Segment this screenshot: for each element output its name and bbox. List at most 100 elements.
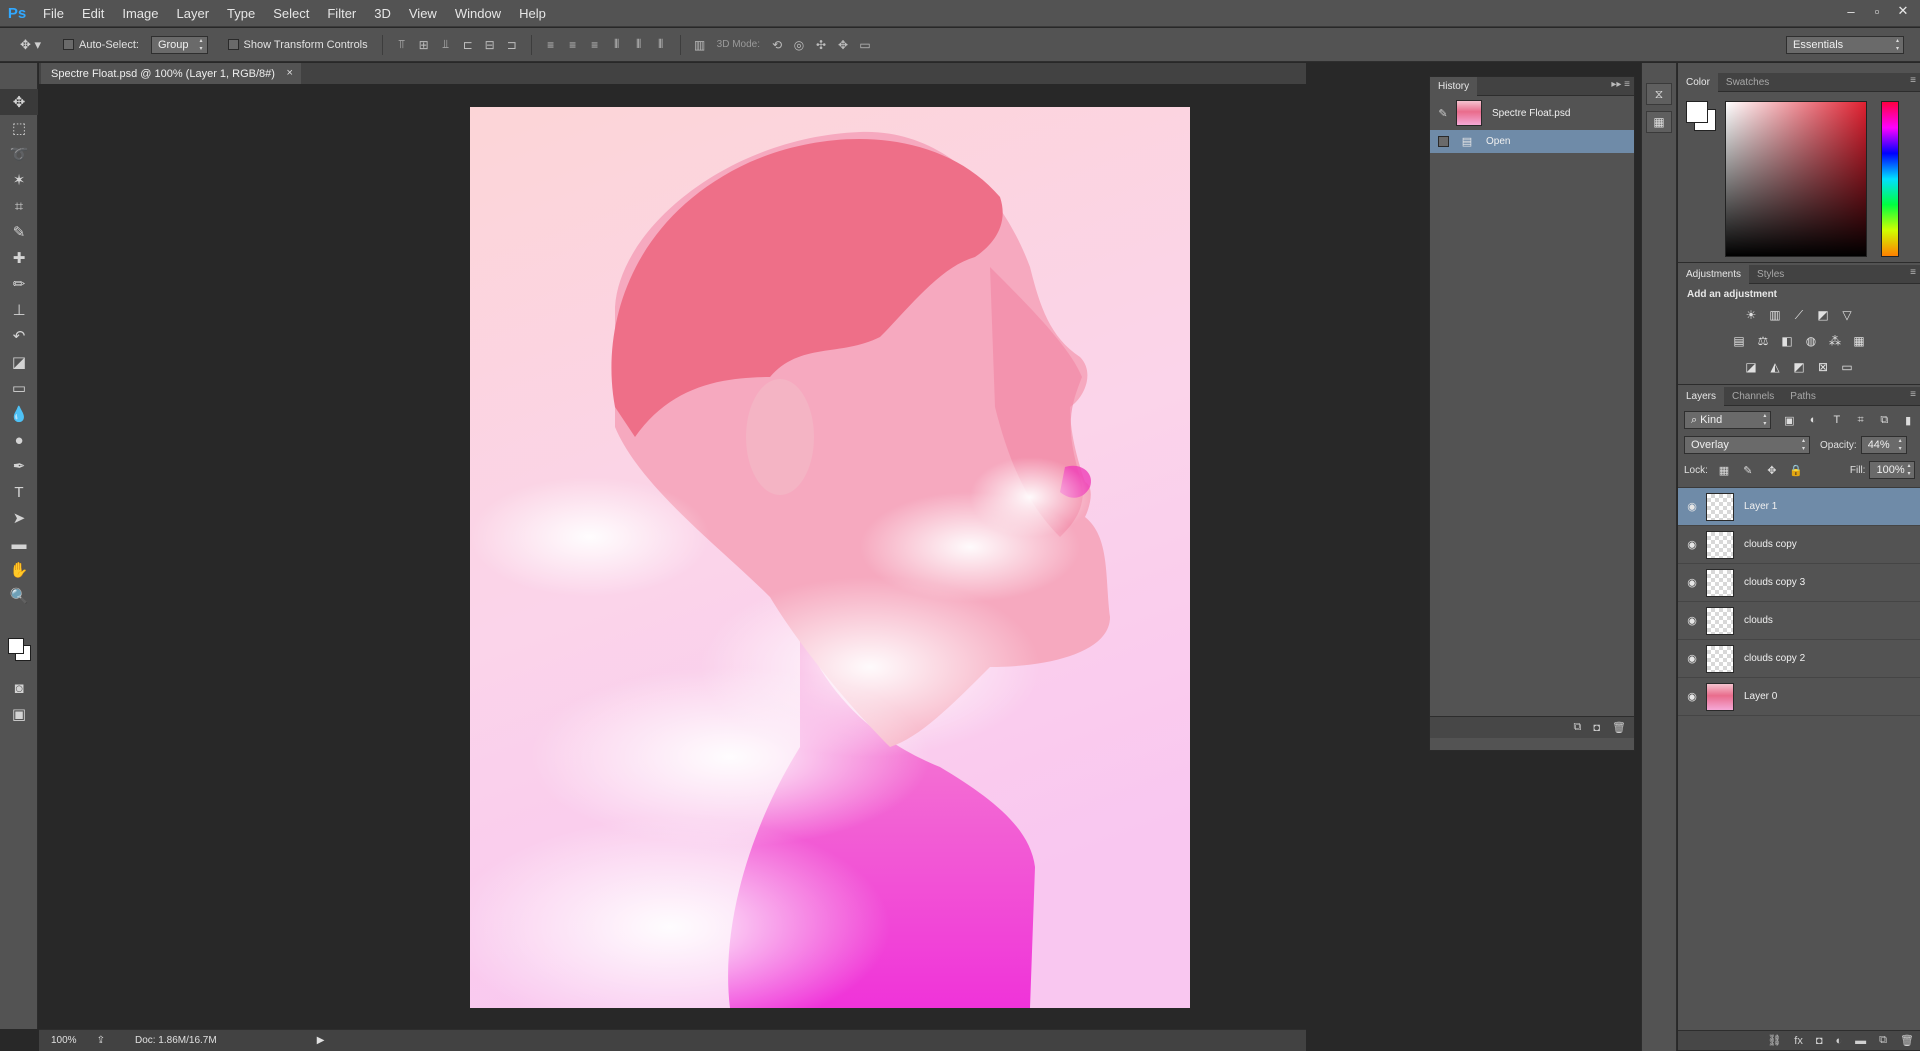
align-top-icon[interactable]: ⫪ <box>391 35 413 55</box>
export-icon[interactable]: ⇪ <box>97 1035 105 1046</box>
panel-menu-icon[interactable]: ≡ <box>1910 389 1916 400</box>
align-vcenter-icon[interactable]: ⊞ <box>413 35 435 55</box>
color-field[interactable] <box>1725 101 1867 257</box>
menu-image[interactable]: Image <box>113 0 167 27</box>
dodge-tool-icon[interactable]: ● <box>0 427 38 453</box>
vibrance-icon[interactable]: ▽ <box>1835 304 1859 326</box>
filter-smart-object-icon[interactable]: ⧉ <box>1872 414 1896 427</box>
tab-channels[interactable]: Channels <box>1724 387 1782 406</box>
3d-rotate-icon[interactable]: ⟲ <box>766 35 788 55</box>
filter-adjustment-icon[interactable]: ◐ <box>1801 414 1825 426</box>
brightness-contrast-icon[interactable]: ☀ <box>1739 304 1763 326</box>
panel-menu-icon[interactable]: ≡ <box>1910 75 1916 86</box>
workspace-dropdown[interactable]: Essentials <box>1786 35 1904 54</box>
history-dock-icon[interactable]: ⧖ <box>1646 83 1672 105</box>
auto-select-checkbox[interactable]: Auto-Select: <box>63 39 139 51</box>
fill-field[interactable]: 100% <box>1869 461 1916 479</box>
new-document-from-state-icon[interactable]: ⧉ <box>1574 721 1582 734</box>
close-button[interactable]: ✕ <box>1890 0 1916 22</box>
menu-3d[interactable]: 3D <box>365 0 400 27</box>
layer-row[interactable]: ◉ clouds <box>1678 602 1920 640</box>
tab-layers[interactable]: Layers <box>1678 386 1725 406</box>
color-balance-icon[interactable]: ⚖ <box>1751 330 1775 352</box>
menu-edit[interactable]: Edit <box>73 0 113 27</box>
document-tab[interactable]: Spectre Float.psd @ 100% (Layer 1, RGB/8… <box>41 63 301 84</box>
menu-select[interactable]: Select <box>264 0 318 27</box>
opacity-field[interactable]: 44% <box>1860 436 1907 454</box>
new-layer-icon[interactable]: ⧉ <box>1879 1034 1887 1047</box>
new-adjustment-layer-icon[interactable]: ◐ <box>1836 1035 1843 1047</box>
tab-history[interactable]: History <box>1430 76 1478 96</box>
lock-transparency-icon[interactable]: ▦ <box>1712 464 1736 477</box>
filter-shape-icon[interactable]: ⌗ <box>1849 414 1873 427</box>
hue-saturation-icon[interactable]: ▤ <box>1727 330 1751 352</box>
color-lookup-icon[interactable]: ▦ <box>1847 330 1871 352</box>
screen-mode-icon[interactable]: ▣ <box>0 701 38 727</box>
align-hcenter-icon[interactable]: ⊟ <box>479 35 501 55</box>
delete-layer-icon[interactable]: 🗑 <box>1900 1034 1914 1047</box>
canvas-area[interactable] <box>39 84 1306 1028</box>
auto-select-dropdown[interactable]: Group <box>150 35 208 54</box>
3d-slide-icon[interactable]: ✥ <box>832 35 854 55</box>
lock-position-icon[interactable]: ✥ <box>1760 464 1784 477</box>
visibility-eye-icon[interactable]: ◉ <box>1678 500 1706 513</box>
exposure-icon[interactable]: ◩ <box>1811 304 1835 326</box>
menu-help[interactable]: Help <box>510 0 555 27</box>
foreground-color-swatch[interactable] <box>8 638 24 654</box>
zoom-tool-icon[interactable]: 🔍 <box>0 583 38 609</box>
history-brush-tool-icon[interactable]: ↶ <box>0 323 38 349</box>
filter-pixel-icon[interactable]: ▣ <box>1777 414 1801 427</box>
levels-icon[interactable]: ▥ <box>1763 304 1787 326</box>
gradient-map-icon[interactable]: ▭ <box>1835 356 1859 378</box>
visibility-eye-icon[interactable]: ◉ <box>1678 538 1706 551</box>
layer-row[interactable]: ◉ clouds copy 2 <box>1678 640 1920 678</box>
hand-tool-icon[interactable]: ✋ <box>0 557 38 583</box>
distribute-right-icon[interactable]: ⦀ <box>650 35 672 55</box>
menu-view[interactable]: View <box>400 0 446 27</box>
minimize-button[interactable]: – <box>1838 0 1864 22</box>
lock-pixels-icon[interactable]: ✎ <box>1736 464 1760 477</box>
3d-roll-icon[interactable]: ◎ <box>788 35 810 55</box>
new-group-icon[interactable]: ▬ <box>1855 1035 1866 1047</box>
channel-mixer-icon[interactable]: ⁂ <box>1823 330 1847 352</box>
distribute-hcenter-icon[interactable]: ⦀ <box>628 35 650 55</box>
auto-align-icon[interactable]: ▥ <box>689 35 711 55</box>
layer-filter-kind-dropdown[interactable]: ⌕ Kind <box>1684 411 1772 429</box>
magic-wand-tool-icon[interactable]: ✶ <box>0 167 38 193</box>
filter-toggle-icon[interactable]: ▮ <box>1896 414 1920 427</box>
visibility-eye-icon[interactable]: ◉ <box>1678 614 1706 627</box>
crop-tool-icon[interactable]: ⌗ <box>0 193 38 219</box>
properties-dock-icon[interactable]: ▦ <box>1646 111 1672 133</box>
visibility-eye-icon[interactable]: ◉ <box>1678 652 1706 665</box>
link-layers-icon[interactable]: ⛓ <box>1767 1034 1781 1047</box>
align-bottom-icon[interactable]: ⫫ <box>435 35 457 55</box>
menu-window[interactable]: Window <box>446 0 510 27</box>
distribute-vcenter-icon[interactable]: ≡ <box>562 35 584 55</box>
gradient-tool-icon[interactable]: ▭ <box>0 375 38 401</box>
3d-pan-icon[interactable]: ✣ <box>810 35 832 55</box>
marquee-tool-icon[interactable]: ⬚ <box>0 115 38 141</box>
distribute-top-icon[interactable]: ≡ <box>540 35 562 55</box>
lasso-tool-icon[interactable]: ➰ <box>0 141 38 167</box>
brush-tool-icon[interactable]: ✏ <box>0 271 38 297</box>
clone-stamp-tool-icon[interactable]: ⊥ <box>0 297 38 323</box>
transform-controls-checkbox[interactable]: Show Transform Controls <box>227 39 368 51</box>
healing-brush-tool-icon[interactable]: ✚ <box>0 245 38 271</box>
filter-type-icon[interactable]: T <box>1825 414 1849 426</box>
menu-file[interactable]: File <box>34 0 73 27</box>
distribute-left-icon[interactable]: ⦀ <box>606 35 628 55</box>
distribute-bottom-icon[interactable]: ≡ <box>584 35 606 55</box>
tab-styles[interactable]: Styles <box>1749 265 1792 284</box>
layer-style-icon[interactable]: fx <box>1794 1035 1803 1047</box>
move-tool-preset-icon[interactable]: ✥ ▾ <box>20 37 41 53</box>
layer-row[interactable]: ◉ Layer 1 <box>1678 488 1920 526</box>
delete-state-icon[interactable]: 🗑 <box>1612 721 1626 734</box>
posterize-icon[interactable]: ◭ <box>1763 356 1787 378</box>
zoom-level[interactable]: 100% <box>51 1035 77 1046</box>
menu-filter[interactable]: Filter <box>318 0 365 27</box>
quick-mask-icon[interactable]: ◙ <box>0 675 38 701</box>
invert-icon[interactable]: ◪ <box>1739 356 1763 378</box>
history-step-checkbox[interactable] <box>1430 136 1456 148</box>
align-right-icon[interactable]: ⊐ <box>501 35 523 55</box>
align-left-icon[interactable]: ⊏ <box>457 35 479 55</box>
